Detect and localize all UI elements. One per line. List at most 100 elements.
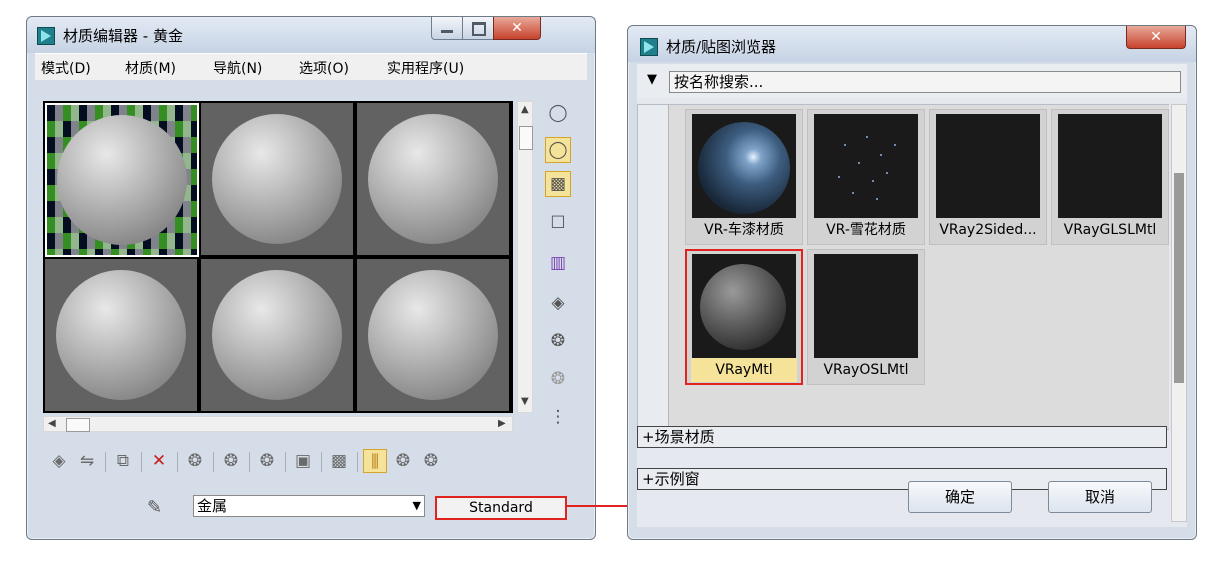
material-list: VR-车漆材质 VR-雪花材质 VRay2Sided... VRayGLSLMt… <box>637 104 1169 430</box>
backlight-icon[interactable]: ◯ <box>545 137 571 163</box>
close-icon: ✕ <box>511 20 523 36</box>
sample-slot-3[interactable] <box>357 103 509 255</box>
scroll-thumb[interactable] <box>66 418 90 432</box>
tile-label: VRayGLSLMtl <box>1063 222 1157 238</box>
make-material-copy-icon[interactable]: ❂ <box>183 449 207 473</box>
window-title: 材质编辑器 - 黄金 <box>63 27 183 45</box>
minimize-icon <box>441 30 453 33</box>
material-type-button[interactable]: Standard <box>435 496 567 520</box>
chevron-down-icon[interactable]: ▼ <box>413 496 421 516</box>
search-row: ▼ 按名称搜索... <box>637 64 1187 98</box>
menu-options[interactable]: 选项(O) <box>299 58 349 78</box>
tile-thumbnail <box>692 114 796 218</box>
tile-vray2sided[interactable]: VRay2Sided... <box>929 109 1047 245</box>
tile-vr-flakes[interactable]: VR-雪花材质 <box>807 109 925 245</box>
tile-thumbnail <box>936 114 1040 218</box>
slots-vertical-scrollbar[interactable]: ▲ ▼ <box>517 101 533 413</box>
sample-sphere <box>212 114 342 244</box>
tile-thumbnail <box>814 114 918 218</box>
sample-slots <box>43 101 513 413</box>
tile-label: VRayMtl <box>691 358 797 382</box>
go-to-parent-icon[interactable]: ❂ <box>391 449 415 473</box>
sample-slot-4[interactable] <box>45 259 197 411</box>
scroll-down-icon[interactable]: ▼ <box>521 396 529 407</box>
close-button[interactable]: ✕ <box>493 17 541 40</box>
go-forward-to-sibling-icon[interactable]: ❂ <box>419 449 443 473</box>
browser-body: ▼ 按名称搜索... VR-车漆材质 VR-雪花材质 VRay2Sided...… <box>637 64 1187 527</box>
scroll-left-icon[interactable]: ◀ <box>48 418 56 429</box>
title-bar[interactable]: 材质/贴图浏览器 ✕ <box>628 26 1196 62</box>
put-to-library-icon[interactable]: ❂ <box>255 449 279 473</box>
material-id-channel-icon[interactable]: ▣ <box>291 449 315 473</box>
tile-thumbnail <box>1058 114 1162 218</box>
sample-sphere <box>212 270 342 400</box>
background-checker-icon[interactable]: ▩ <box>545 171 571 197</box>
rollout-scene-materials[interactable]: +场景材质 <box>637 426 1167 448</box>
material-name-value: 金属 <box>197 497 228 515</box>
maximize-button[interactable] <box>462 17 494 40</box>
sample-slot-2[interactable] <box>201 103 353 255</box>
scroll-thumb[interactable] <box>519 126 533 150</box>
sample-sphere <box>57 115 187 245</box>
sample-uv-tiling-icon[interactable]: ☐ <box>545 211 571 237</box>
tile-label: VR-雪花材质 <box>826 222 906 238</box>
close-button[interactable]: ✕ <box>1126 26 1186 49</box>
tile-vr-car-paint[interactable]: VR-车漆材质 <box>685 109 803 245</box>
app-icon <box>640 38 658 56</box>
ok-button[interactable]: 确定 <box>908 481 1012 513</box>
close-icon: ✕ <box>1150 29 1162 45</box>
title-bar[interactable]: 材质编辑器 - 黄金 ✕ <box>27 17 595 53</box>
reset-map-icon[interactable]: ✕ <box>147 449 171 473</box>
material-map-browser-window: 材质/贴图浏览器 ✕ ▼ 按名称搜索... VR-车漆材质 VR-雪花材质 VR… <box>627 25 1197 540</box>
material-map-navigator-icon[interactable]: ⋮ <box>545 405 571 431</box>
tile-label: VR-车漆材质 <box>704 222 784 238</box>
sample-sphere <box>56 270 186 400</box>
tile-label: VRay2Sided... <box>939 222 1037 238</box>
menu-material[interactable]: 材质(M) <box>125 58 176 78</box>
menu-mode[interactable]: 模式(D) <box>41 58 91 78</box>
sample-slot-6[interactable] <box>357 259 509 411</box>
tile-thumbnail <box>692 254 796 358</box>
scroll-up-icon[interactable]: ▲ <box>521 104 529 115</box>
sample-sphere <box>368 114 498 244</box>
assign-to-selection-icon[interactable]: ⧉ <box>111 449 135 473</box>
material-editor-window: 材质编辑器 - 黄金 ✕ 模式(D) 材质(M) 导航(N) 选项(O) 实用程… <box>26 16 596 540</box>
make-preview-icon[interactable]: ◈ <box>545 291 571 317</box>
cancel-button[interactable]: 取消 <box>1048 481 1152 513</box>
menu-bar: 模式(D) 材质(M) 导航(N) 选项(O) 实用程序(U) <box>35 53 587 80</box>
sample-sphere <box>368 270 498 400</box>
bottom-toolbar: ◈ ⇋ ⧉ ✕ ❂ ❂ ❂ ▣ ▩ ⫼ ❂ ❂ <box>43 449 583 477</box>
scroll-thumb[interactable] <box>1174 173 1184 383</box>
collapse-triangle-icon[interactable]: ▼ <box>647 72 657 87</box>
pick-material-eyedropper-icon[interactable]: ✎ <box>147 497 162 518</box>
show-end-result-icon[interactable]: ⫼ <box>363 449 387 473</box>
window-title: 材质/贴图浏览器 <box>666 38 777 56</box>
tile-label: VRayOSLMtl <box>823 362 909 378</box>
search-by-name-input[interactable]: 按名称搜索... <box>669 71 1181 93</box>
show-map-in-viewport-icon[interactable]: ▩ <box>327 449 351 473</box>
options-icon[interactable]: ❂ <box>545 329 571 355</box>
tile-thumbnail <box>814 254 918 358</box>
get-material-icon[interactable]: ◈ <box>47 449 71 473</box>
minimize-button[interactable] <box>431 17 463 40</box>
sample-slot-1[interactable] <box>45 103 199 257</box>
menu-navigation[interactable]: 导航(N) <box>213 58 262 78</box>
material-name-field[interactable]: 金属 ▼ <box>193 495 425 517</box>
tile-vraymtl[interactable]: VRayMtl <box>685 249 803 385</box>
tile-vrayglslmtl[interactable]: VRayGLSLMtl <box>1051 109 1169 245</box>
connector-arrow-line <box>566 505 632 507</box>
maximize-icon <box>472 22 486 36</box>
tile-vrayoslmtl[interactable]: VRayOSLMtl <box>807 249 925 385</box>
list-vertical-scrollbar[interactable] <box>1171 104 1187 522</box>
sample-type-sphere-icon[interactable]: ◯ <box>545 101 571 127</box>
material-tiles-panel: VR-车漆材质 VR-雪花材质 VRay2Sided... VRayGLSLMt… <box>668 105 1169 429</box>
sample-slot-5[interactable] <box>201 259 353 411</box>
menu-utilities[interactable]: 实用程序(U) <box>387 58 464 78</box>
app-icon <box>37 27 55 45</box>
put-to-scene-icon[interactable]: ⇋ <box>75 449 99 473</box>
make-unique-icon[interactable]: ❂ <box>219 449 243 473</box>
scroll-right-icon[interactable]: ▶ <box>498 418 506 429</box>
select-by-material-icon[interactable]: ❂ <box>545 367 571 393</box>
video-color-check-icon[interactable]: ▥ <box>545 251 571 277</box>
slots-horizontal-scrollbar[interactable]: ◀ ▶ <box>43 416 513 432</box>
